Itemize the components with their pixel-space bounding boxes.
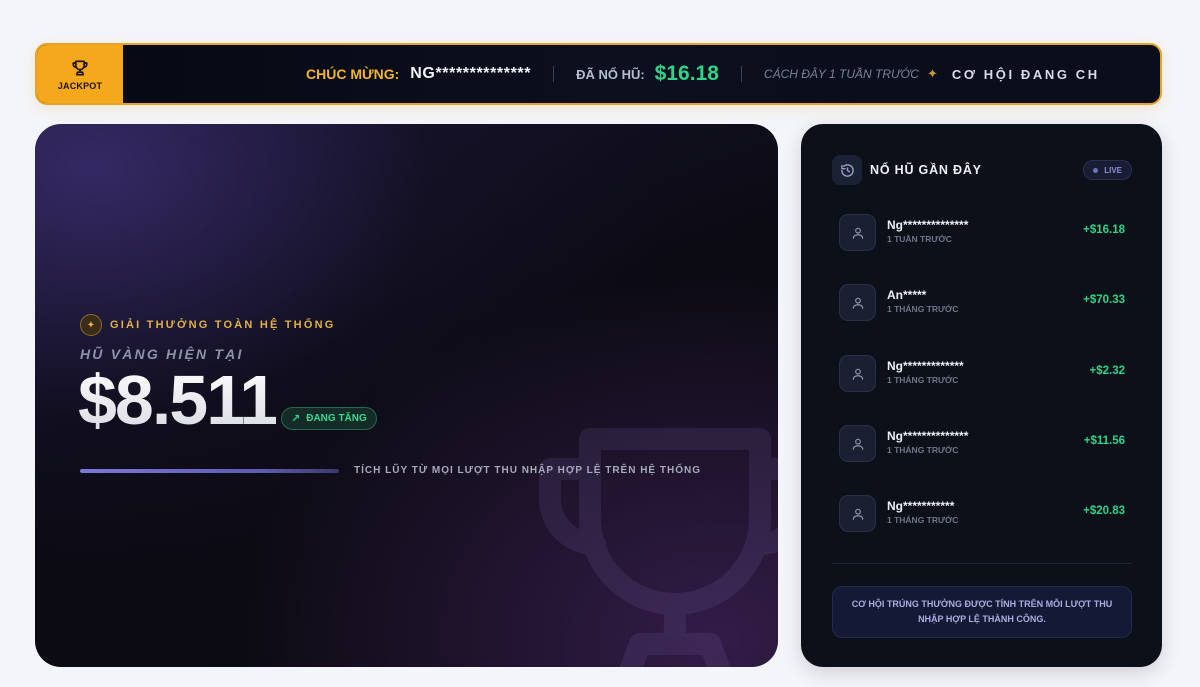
win-time: 1 THÁNG TRƯỚC bbox=[887, 515, 959, 525]
jackpot-card: ✦ GIẢI THƯỞNG TOÀN HỆ THỐNG HŨ VÀNG HIỆN… bbox=[35, 124, 778, 667]
recent-wins-panel: NỔ HŨ GẦN ĐÂY LIVE Ng************** 1 TU… bbox=[801, 124, 1162, 667]
jackpot-progress-bar bbox=[80, 469, 339, 473]
jackpot-progress-fill bbox=[80, 469, 339, 473]
live-badge: LIVE bbox=[1083, 160, 1132, 180]
trend-badge: ↗ ĐANG TĂNG bbox=[281, 407, 377, 430]
jackpot-note: TÍCH LŨY TỪ MỌI LƯỢT THU NHẬP HỢP LỆ TRÊ… bbox=[354, 465, 701, 476]
award-chip: ✦ GIẢI THƯỞNG TOÀN HỆ THỐNG bbox=[80, 314, 335, 336]
user-icon bbox=[839, 214, 876, 251]
list-item[interactable]: An***** 1 THÁNG TRƯỚC +$70.33 bbox=[839, 284, 1125, 322]
winner-name: Ng************* bbox=[887, 359, 964, 373]
recent-wins-header: NỔ HŨ GẦN ĐÂY bbox=[832, 155, 982, 185]
jackpot-badge-label: JACKPOT bbox=[57, 80, 103, 91]
user-icon bbox=[839, 355, 876, 392]
ticker-cta-text: CƠ HỘI ĐANG CH bbox=[951, 66, 1100, 82]
sparkle-icon: ✦ bbox=[80, 314, 102, 336]
history-icon bbox=[832, 155, 862, 185]
divider bbox=[832, 563, 1132, 564]
win-time: 1 TUẦN TRƯỚC bbox=[887, 234, 952, 244]
user-icon bbox=[839, 284, 876, 321]
jackpot-subtitle: HŨ VÀNG HIỆN TẠI bbox=[80, 346, 244, 362]
winner-name: Ng************** bbox=[887, 218, 969, 232]
user-icon bbox=[839, 425, 876, 462]
ticker-win-amount: $16.18 bbox=[654, 62, 719, 85]
list-item[interactable]: Ng*********** 1 THÁNG TRƯỚC +$20.83 bbox=[839, 495, 1125, 533]
winner-name: An***** bbox=[887, 288, 927, 302]
win-amount: +$20.83 bbox=[1083, 505, 1125, 517]
jackpot-ticker: JACKPOT CHÚC MỪNG: NG************** ĐÃ N… bbox=[35, 43, 1162, 105]
win-amount: +$11.56 bbox=[1083, 435, 1125, 447]
list-item[interactable]: Ng************** 1 TUẦN TRƯỚC +$16.18 bbox=[839, 214, 1125, 252]
trend-label: ĐANG TĂNG bbox=[306, 413, 367, 424]
win-amount: +$16.18 bbox=[1083, 224, 1125, 236]
trophy-icon bbox=[72, 60, 88, 75]
list-item[interactable]: Ng************** 1 THÁNG TRƯỚC +$11.56 bbox=[839, 425, 1125, 463]
award-chip-label: GIẢI THƯỞNG TOÀN HỆ THỐNG bbox=[110, 319, 336, 331]
recent-wins-title: NỔ HŨ GẦN ĐÂY bbox=[870, 163, 982, 177]
winner-name: Ng************** bbox=[887, 429, 969, 443]
ticker-divider bbox=[740, 66, 742, 82]
live-label: LIVE bbox=[1104, 165, 1122, 175]
win-time: 1 THÁNG TRƯỚC bbox=[887, 445, 959, 455]
ticker-divider bbox=[553, 66, 555, 82]
ticker-time: CÁCH ĐÂY 1 TUẦN TRƯỚC bbox=[763, 67, 919, 81]
jackpot-amount: $8.511 bbox=[78, 361, 278, 439]
winner-name: Ng*********** bbox=[887, 499, 955, 513]
ticker-won-label: ĐÃ NỔ HŨ: bbox=[576, 66, 645, 82]
win-amount: +$2.32 bbox=[1089, 365, 1126, 377]
list-item[interactable]: Ng************* 1 THÁNG TRƯỚC +$2.32 bbox=[839, 355, 1125, 393]
user-icon bbox=[839, 495, 876, 532]
live-dot-icon bbox=[1093, 167, 1099, 173]
footer-note: CƠ HỘI TRÚNG THƯỞNG ĐƯỢC TÍNH TRÊN MỖI L… bbox=[851, 599, 1113, 624]
trending-up-icon: ↗ bbox=[291, 413, 301, 425]
win-time: 1 THÁNG TRƯỚC bbox=[887, 304, 959, 314]
ticker-track: CHÚC MỪNG: NG************** ĐÃ NỔ HŨ: $1… bbox=[123, 45, 1160, 103]
sparkle-icon: ✦ bbox=[926, 66, 938, 81]
win-time: 1 THÁNG TRƯỚC bbox=[887, 375, 959, 385]
ticker-congrats-label: CHÚC MỪNG: bbox=[306, 66, 400, 82]
ticker-winner-name: NG************** bbox=[410, 65, 532, 82]
win-amount: +$70.33 bbox=[1083, 294, 1125, 306]
trophy-watermark-icon bbox=[539, 428, 778, 667]
jackpot-badge: JACKPOT bbox=[37, 45, 123, 103]
recent-wins-footer: CƠ HỘI TRÚNG THƯỞNG ĐƯỢC TÍNH TRÊN MỖI L… bbox=[832, 586, 1132, 638]
